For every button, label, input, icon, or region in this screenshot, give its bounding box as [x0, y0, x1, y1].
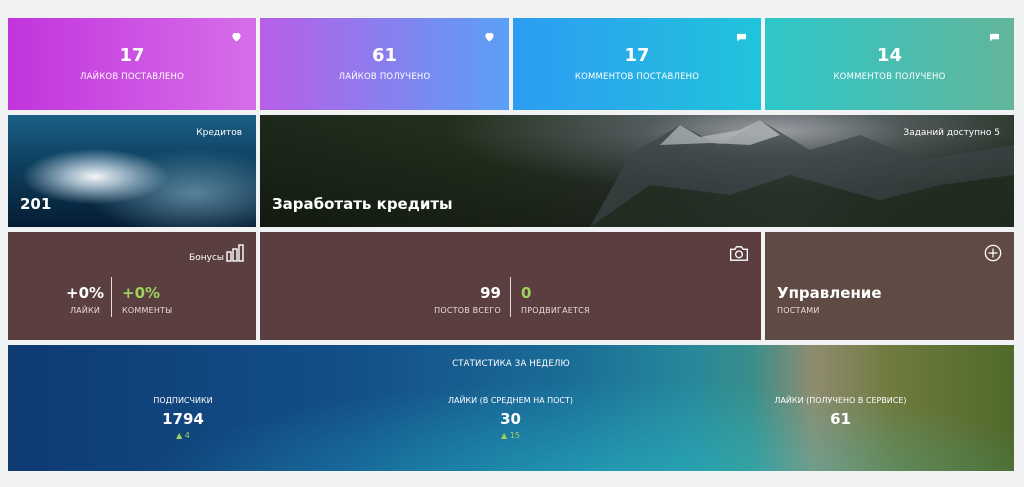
bonus-likes-label: ЛАЙКИ — [69, 306, 101, 315]
stat-label: КОММЕНТОВ ПОЛУЧЕНО — [833, 72, 946, 82]
bonus-likes: +0% ЛАЙКИ — [66, 284, 104, 315]
posts-total: 99 ПОСТОВ ВСЕГО — [434, 284, 501, 315]
bonus-title: Бонусы — [189, 253, 224, 263]
bar-chart-icon — [226, 244, 244, 262]
plus-circle-icon — [984, 244, 1002, 262]
weekly-item-value: 30 — [500, 410, 521, 428]
weekly-stats-tile: СТАТИСТИКА ЗА НЕДЕЛЮ ПОДПИСЧИКИ 1794 ▲ 4… — [8, 345, 1014, 471]
stat-label: ЛАЙКОВ ПОСТАВЛЕНО — [80, 72, 184, 82]
bonus-comments-value: +0% — [122, 284, 161, 302]
weekly-item-delta: ▲ 4 — [176, 431, 190, 440]
comment-icon — [737, 33, 746, 42]
credits-tile[interactable]: Кредитов 201 — [8, 115, 256, 227]
weekly-item-delta: ▲ 15 — [501, 431, 520, 440]
stat-label: КОММЕНТОВ ПОСТАВЛЕНО — [574, 72, 700, 82]
divider — [510, 277, 511, 317]
posts-promoted-value: 0 — [521, 284, 532, 302]
arrow-up-icon: ▲ — [501, 431, 508, 440]
weekly-item-label: ПОДПИСЧИКИ — [153, 396, 213, 405]
weekly-item-label: ЛАЙКИ (ПОЛУЧЕНО В СЕРВИСЕ) — [774, 396, 907, 405]
manage-text: Управление ПОСТАМИ — [777, 284, 882, 315]
earn-credits-tile[interactable]: Заданий доступно 5 Заработать кредиты — [260, 115, 1014, 227]
manage-title: Управление — [777, 284, 882, 302]
heart-icon — [232, 32, 241, 42]
arrow-up-icon: ▲ — [176, 431, 183, 440]
divider — [111, 277, 112, 317]
bonus-tile[interactable]: Бонусы +0% ЛАЙКИ +0% КОММЕНТЫ — [8, 232, 256, 340]
stat-likes-received[interactable]: 61 ЛАЙКОВ ПОЛУЧЕНО — [260, 18, 509, 110]
weekly-item-value: 61 — [830, 410, 851, 428]
stat-label: ЛАЙКОВ ПОЛУЧЕНО — [338, 72, 431, 82]
weekly-item-avg-likes: ЛАЙКИ (В СРЕДНЕМ НА ПОСТ) 30 ▲ 15 — [418, 396, 603, 440]
stat-value: 14 — [876, 45, 903, 66]
tasks-available: Заданий доступно 5 — [903, 128, 1000, 138]
bonus-comments-label: КОММЕНТЫ — [122, 306, 173, 315]
weekly-item-service-likes: ЛАЙКИ (ПОЛУЧЕНО В СЕРВИСЕ) 61 — [748, 396, 933, 428]
weekly-item-value: 1794 — [162, 410, 204, 428]
stat-value: 17 — [119, 45, 145, 66]
stat-comments-received[interactable]: 14 КОММЕНТОВ ПОЛУЧЕНО — [765, 18, 1014, 110]
weekly-item-subscribers: ПОДПИСЧИКИ 1794 ▲ 4 — [108, 396, 258, 440]
posts-promoted-label: ПРОДВИГАЕТСЯ — [521, 306, 590, 315]
comment-icon — [990, 33, 999, 42]
weekly-title: СТАТИСТИКА ЗА НЕДЕЛЮ — [452, 359, 570, 369]
manage-posts-tile[interactable]: Управление ПОСТАМИ — [765, 232, 1014, 340]
credits-title: Кредитов — [196, 128, 242, 138]
posts-total-label: ПОСТОВ ВСЕГО — [434, 306, 501, 315]
weekly-item-label: ЛАЙКИ (В СРЕДНЕМ НА ПОСТ) — [448, 396, 573, 405]
heart-icon — [485, 32, 494, 42]
bonus-likes-value: +0% — [66, 284, 105, 302]
posts-total-value: 99 — [480, 284, 501, 302]
earn-credits-title: Заработать кредиты — [272, 195, 453, 213]
stat-value: 17 — [624, 45, 650, 66]
manage-subtitle: ПОСТАМИ — [777, 306, 820, 315]
stat-likes-given[interactable]: 17 ЛАЙКОВ ПОСТАВЛЕНО — [8, 18, 256, 110]
stat-value: 61 — [371, 45, 398, 66]
credits-value: 201 — [20, 195, 52, 213]
bonus-comments: +0% КОММЕНТЫ — [122, 284, 172, 315]
camera-icon — [730, 246, 748, 261]
stat-comments-given[interactable]: 17 КОММЕНТОВ ПОСТАВЛЕНО — [513, 18, 761, 110]
posts-promoted: 0 ПРОДВИГАЕТСЯ — [521, 284, 590, 315]
posts-tile[interactable]: 99 ПОСТОВ ВСЕГО 0 ПРОДВИГАЕТСЯ — [260, 232, 761, 340]
